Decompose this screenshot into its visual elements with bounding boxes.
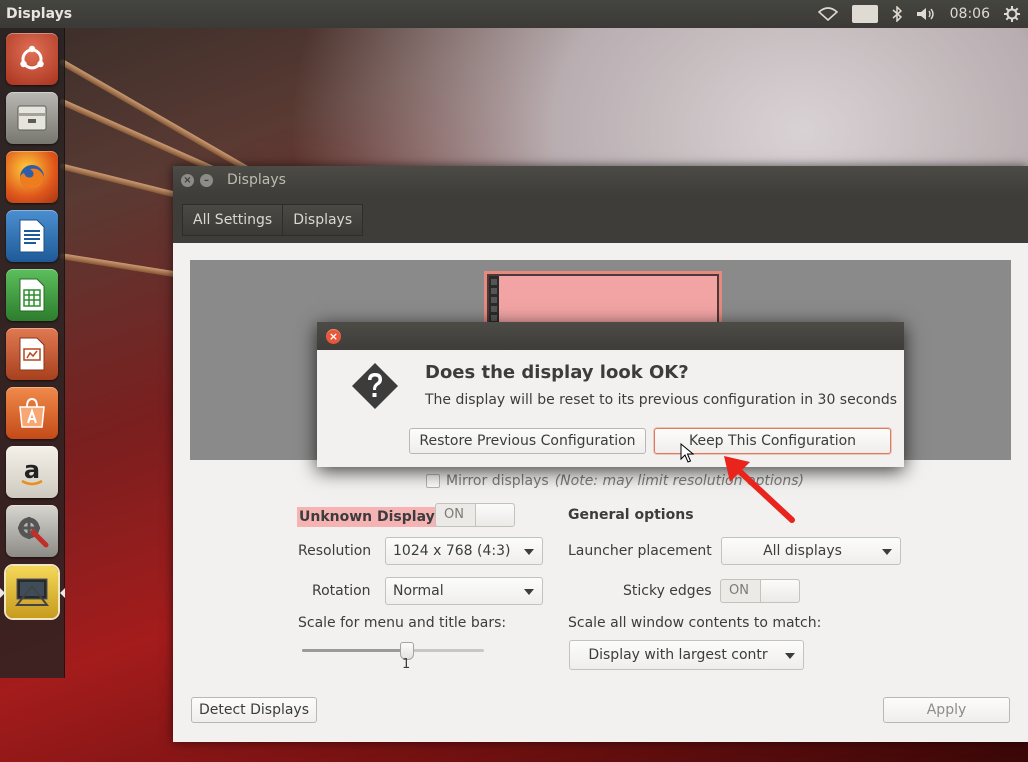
restore-previous-configuration-button[interactable]: Restore Previous Configuration [409,428,646,454]
libreoffice-calc-icon[interactable] [6,269,58,321]
window-minimize-icon[interactable]: – [200,174,213,187]
dialog-heading: Does the display look OK? [425,362,689,383]
firefox-icon[interactable] [6,151,58,203]
scale-slider-fill [302,649,406,652]
top-panel: Displays En 08:06 [0,0,1028,28]
resolution-dropdown[interactable]: 1024 x 768 (4:3) [385,537,543,565]
switch-knob [760,580,799,602]
software-center-icon[interactable] [6,387,58,439]
question-icon [352,363,398,409]
libreoffice-writer-icon[interactable] [6,210,58,262]
annotation-arrow-icon [724,456,795,523]
breadcrumb-displays[interactable]: Displays [283,203,364,236]
clock[interactable]: 08:06 [950,6,990,22]
rotation-value: Normal [393,583,444,599]
display-on-switch-label: ON [444,507,464,522]
launcher: a [0,28,65,678]
breadcrumb: All Settings Displays [182,203,364,236]
system-tray: En 08:06 [818,0,1020,28]
apply-button[interactable]: Apply [883,697,1010,723]
detect-displays-button[interactable]: Detect Displays [191,697,317,723]
files-icon[interactable] [6,92,58,144]
general-options-heading: General options [568,507,694,523]
confirm-display-dialog: × Does the display look OK? The display … [317,322,904,467]
chevron-down-icon [524,549,534,555]
chevron-down-icon [524,589,534,595]
sticky-edges-switch-label: ON [729,583,749,598]
chevron-down-icon [882,549,892,555]
svg-text:a: a [24,456,40,484]
active-app-title: Displays [6,6,73,22]
resolution-value: 1024 x 768 (4:3) [393,543,511,559]
switch-knob [475,504,514,526]
window-title: Displays [227,172,286,188]
mouse-pointer-icon [680,443,694,463]
focused-app-indicator [60,588,65,598]
window-toolbar: All Settings Displays [173,196,1028,243]
power-gear-icon[interactable] [1004,6,1020,22]
active-app-indicator [0,588,5,598]
scale-all-dropdown[interactable]: Display with largest contr [569,640,804,670]
scale-value: 1 [402,657,411,672]
display-on-switch[interactable]: ON [435,503,515,527]
rotation-label: Rotation [312,583,371,599]
bluetooth-icon[interactable] [892,6,902,22]
monitor-bezel-strip [489,276,499,328]
sticky-edges-switch[interactable]: ON [720,579,800,603]
scale-label: Scale for menu and title bars: [298,615,507,631]
chevron-down-icon [785,653,795,659]
breadcrumb-all-settings[interactable]: All Settings [182,203,284,236]
volume-icon[interactable] [916,7,936,21]
dialog-close-icon[interactable]: × [326,329,341,344]
scale-all-label: Scale all window contents to match: [568,615,822,631]
displays-app-icon[interactable] [6,566,58,618]
dialog-titlebar[interactable]: × [317,322,904,350]
rotation-dropdown[interactable]: Normal [385,577,543,605]
system-settings-icon[interactable] [6,505,58,557]
dialog-message: The display will be reset to its previou… [425,392,898,408]
display-name-label: Unknown Display [297,507,437,527]
wifi-icon[interactable] [818,7,839,21]
window-content: Mirror displays (Note: may limit resolut… [173,243,1028,742]
window-close-icon[interactable]: × [181,174,194,187]
mirror-displays-checkbox[interactable] [426,474,440,488]
launcher-placement-dropdown[interactable]: All displays [721,537,901,565]
window-titlebar[interactable]: × – Displays [173,166,1028,196]
resolution-label: Resolution [298,543,372,559]
ubuntu-dash-icon[interactable] [6,33,58,85]
launcher-placement-label: Launcher placement [568,543,712,559]
amazon-icon[interactable]: a [6,446,58,498]
mirror-displays-label: Mirror displays [446,473,549,489]
keyboard-layout-indicator[interactable]: En [852,5,878,23]
launcher-placement-value: All displays [763,543,842,559]
libreoffice-impress-icon[interactable] [6,328,58,380]
scale-all-value: Display with largest contr [588,647,768,663]
sticky-edges-label: Sticky edges [623,583,712,599]
scale-slider[interactable] [302,642,484,660]
